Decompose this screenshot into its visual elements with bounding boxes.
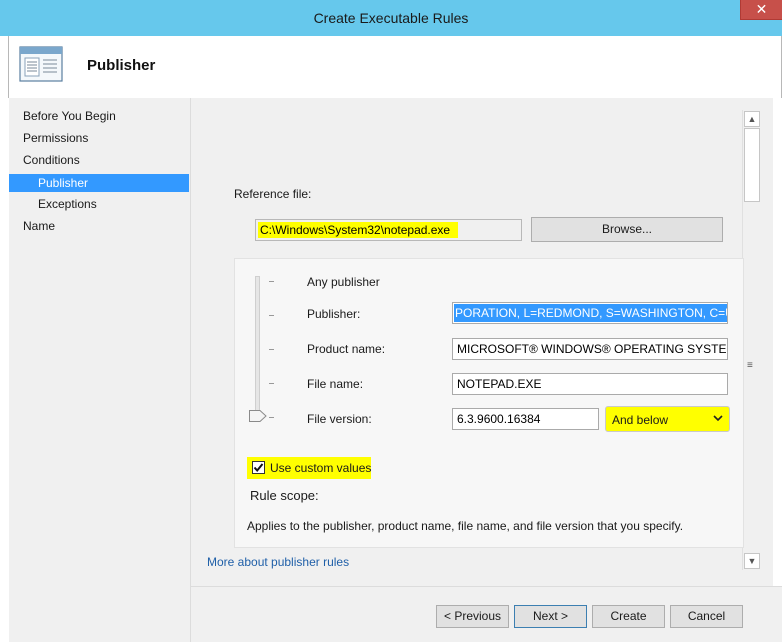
- nav-item-before-you-begin[interactable]: Before You Begin: [9, 107, 189, 125]
- version-option-dropdown[interactable]: And below: [605, 406, 730, 432]
- nav-item-label: Conditions: [23, 153, 80, 167]
- close-button[interactable]: ✕: [740, 0, 782, 20]
- nav-item-label: Exceptions: [38, 197, 97, 211]
- scroll-grip-icon: ≡: [747, 360, 753, 371]
- wizard-page-icon: [19, 46, 63, 82]
- file-version-field[interactable]: 6.3.9600.16384: [452, 408, 599, 430]
- nav-item-publisher[interactable]: Publisher: [9, 174, 189, 192]
- reference-file-label: Reference file:: [234, 187, 312, 201]
- content-scrollbar[interactable]: ▲ ≡ ▼: [742, 110, 760, 570]
- browse-button[interactable]: Browse...: [531, 217, 723, 242]
- create-button[interactable]: Create: [592, 605, 665, 628]
- reference-file-path: C:\Windows\System32\notepad.exe: [258, 222, 459, 238]
- slider-tick: [269, 383, 274, 384]
- nav-item-conditions[interactable]: Conditions: [9, 151, 189, 169]
- nav-item-permissions[interactable]: Permissions: [9, 129, 189, 147]
- chevron-down-icon: [712, 412, 724, 424]
- level-any-publisher: Any publisher: [307, 275, 380, 289]
- publisher-level-slider[interactable]: [255, 276, 260, 418]
- level-publisher-label: Publisher:: [307, 307, 361, 321]
- next-button[interactable]: Next >: [514, 605, 587, 628]
- reference-file-field[interactable]: C:\Windows\System32\notepad.exe: [255, 219, 522, 241]
- publisher-field[interactable]: PORATION, L=REDMOND, S=WASHINGTON, C=US: [452, 302, 728, 324]
- use-custom-values-label[interactable]: Use custom values: [270, 461, 371, 475]
- level-file-name-label: File name:: [307, 377, 364, 391]
- level-file-version-label: File version:: [307, 412, 372, 426]
- wizard-nav: Before You Begin Permissions Conditions …: [9, 98, 191, 642]
- nav-item-exceptions[interactable]: Exceptions: [9, 195, 189, 213]
- publisher-value: PORATION, L=REDMOND, S=WASHINGTON, C=US: [454, 304, 727, 322]
- page-title: Publisher: [87, 57, 156, 74]
- nav-item-label: Name: [23, 219, 56, 233]
- rule-scope-text: Applies to the publisher, product name, …: [247, 519, 684, 533]
- slider-ticks: [269, 276, 277, 426]
- nav-item-name[interactable]: Name: [9, 217, 189, 235]
- previous-button[interactable]: < Previous: [436, 605, 509, 628]
- scroll-up-icon[interactable]: ▲: [744, 111, 760, 127]
- version-option-value: And below: [612, 413, 669, 427]
- cancel-button[interactable]: Cancel: [670, 605, 743, 628]
- slider-tick: [269, 315, 274, 316]
- checkmark-icon: [253, 463, 264, 473]
- scroll-down-icon[interactable]: ▼: [744, 553, 760, 569]
- product-name-field[interactable]: MICROSOFT® WINDOWS® OPERATING SYSTEM: [452, 338, 728, 360]
- nav-item-label: Publisher: [38, 176, 89, 190]
- window-title: Create Executable Rules: [313, 10, 469, 26]
- more-about-publisher-rules-link[interactable]: More about publisher rules: [207, 555, 349, 569]
- file-name-field[interactable]: NOTEPAD.EXE: [452, 373, 728, 395]
- nav-item-label: Permissions: [23, 131, 89, 145]
- level-product-name-label: Product name:: [307, 342, 386, 356]
- scroll-thumb[interactable]: [744, 128, 760, 202]
- slider-thumb[interactable]: [249, 410, 267, 422]
- use-custom-values-checkbox[interactable]: [252, 461, 265, 474]
- slider-tick: [269, 349, 274, 350]
- slider-tick: [269, 281, 274, 282]
- rule-scope-title: Rule scope:: [250, 488, 319, 503]
- nav-item-label: Before You Begin: [23, 109, 116, 123]
- slider-tick: [269, 417, 274, 418]
